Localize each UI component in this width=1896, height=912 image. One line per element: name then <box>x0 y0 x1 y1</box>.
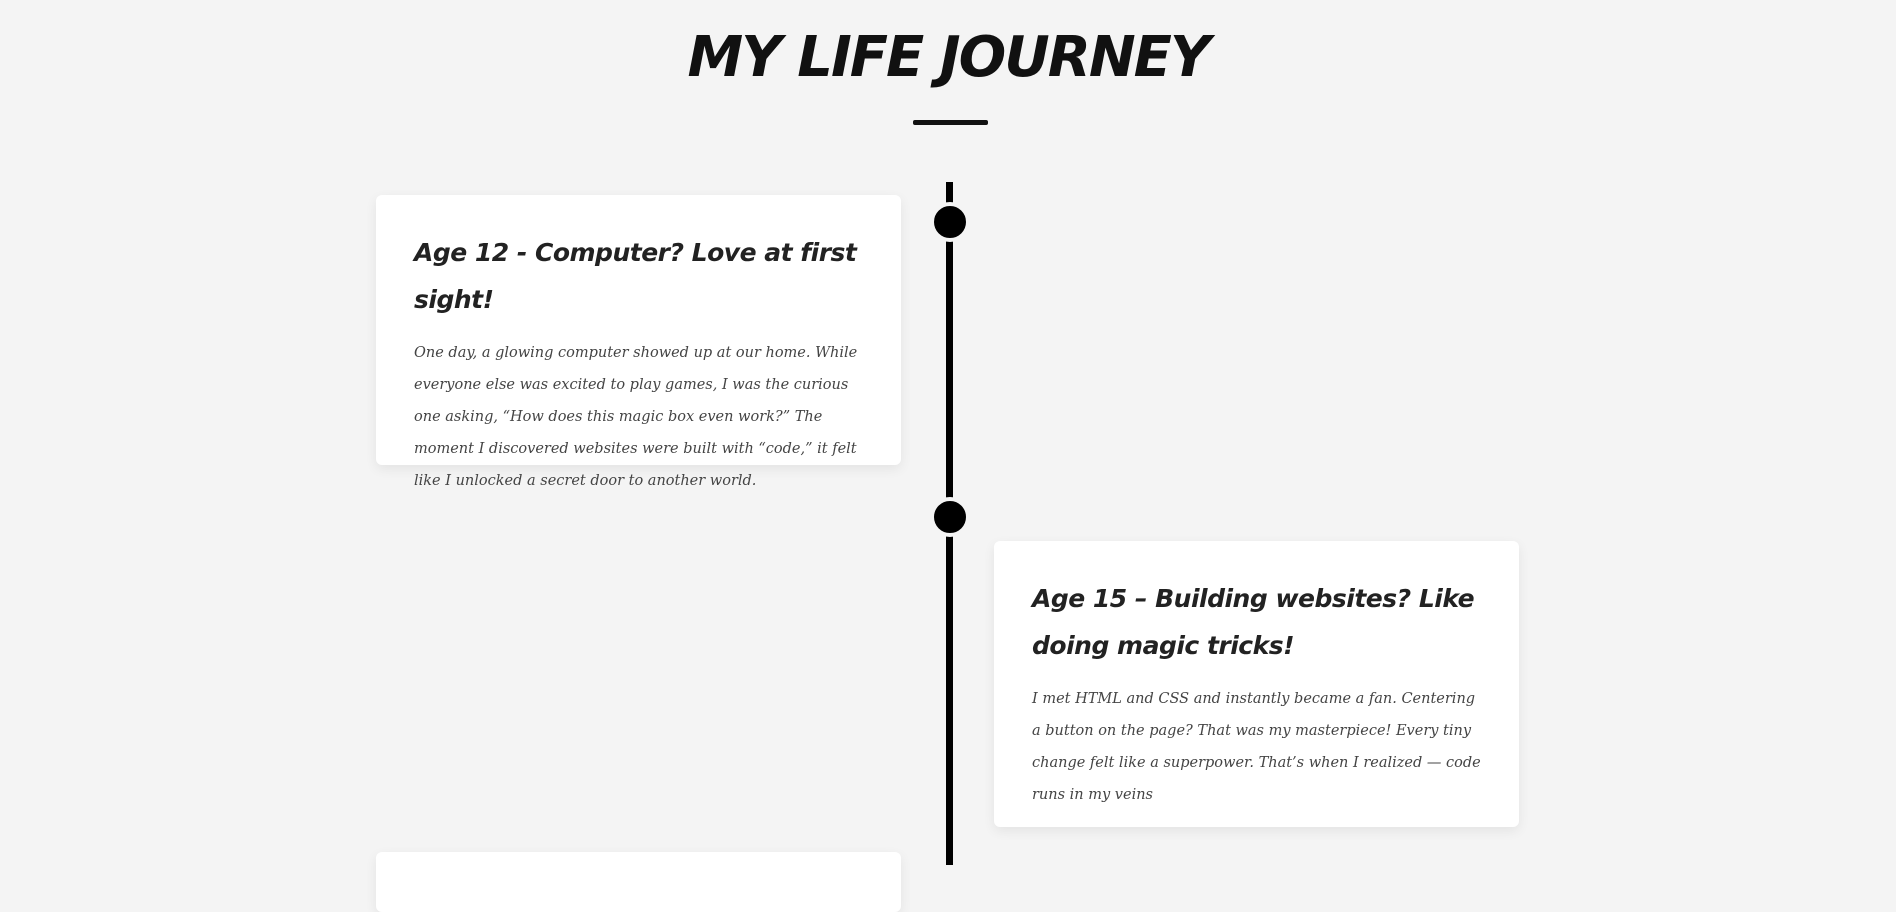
timeline-card-age-12: Age 12 - Computer? Love at first sight! … <box>376 195 901 489</box>
timeline-dot-2 <box>930 497 970 537</box>
card-text: I met HTML and CSS and instantly became … <box>1032 691 1481 803</box>
card-text: One day, a glowing computer showed up at… <box>414 345 858 489</box>
timeline-dot-1 <box>930 202 970 242</box>
card-title: Age 15 – Building websites? Like doing m… <box>1032 584 1475 660</box>
title-underline <box>913 120 988 125</box>
card-title: Age 12 - Computer? Love at first sight! <box>414 238 857 314</box>
timeline-card-next <box>376 852 901 912</box>
page-title: MY LIFE JOURNEY <box>687 25 1210 90</box>
timeline-card-age-15: Age 15 – Building websites? Like doing m… <box>994 541 1519 827</box>
